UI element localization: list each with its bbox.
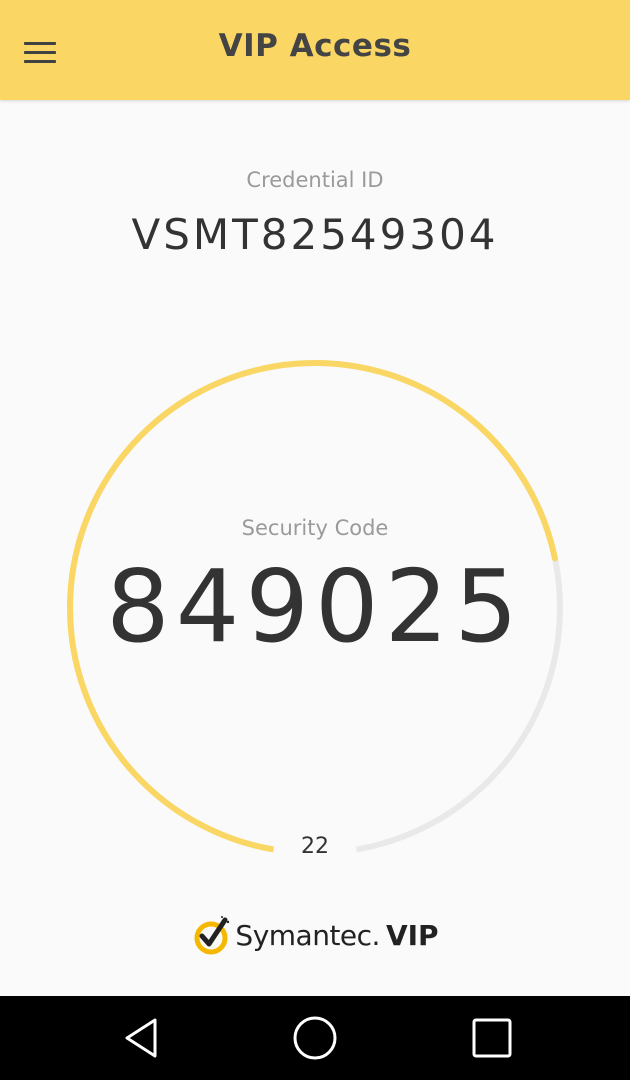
recents-square-icon[interactable] [464, 1010, 520, 1066]
app-title: VIP Access [218, 28, 412, 64]
vip-access-app: VIP Access Credential ID VSMT82549304 Se… [0, 0, 630, 1080]
symantec-vip-logo: Symantec. VIP [0, 910, 630, 960]
system-navigation-bar [0, 996, 630, 1080]
security-code-label: Security Code [241, 516, 389, 540]
credential-id-value: VSMT82549304 [131, 210, 499, 259]
countdown-seconds: 22 [301, 834, 329, 859]
security-code-value: 849025 [106, 548, 524, 665]
credential-id-label: Credential ID [246, 168, 384, 192]
symantec-check-logo-icon [194, 916, 230, 955]
brand-name: Symantec. [235, 918, 380, 952]
top-app-bar: VIP Access [0, 0, 630, 100]
back-triangle-icon[interactable] [113, 1010, 169, 1066]
brand-product: VIP [385, 918, 439, 952]
home-circle-icon[interactable] [287, 1010, 343, 1066]
